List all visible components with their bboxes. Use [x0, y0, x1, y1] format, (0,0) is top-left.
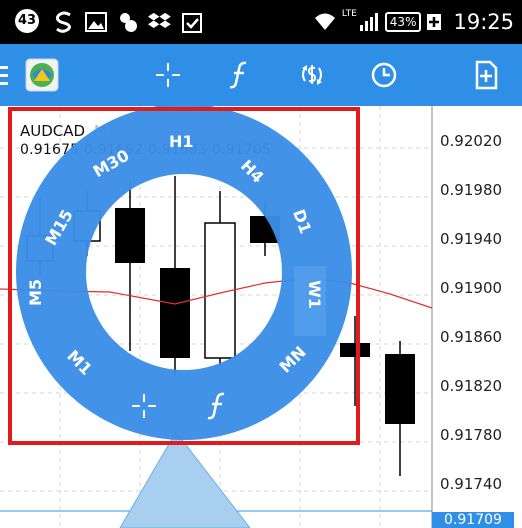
highlight-frame: [8, 107, 360, 445]
